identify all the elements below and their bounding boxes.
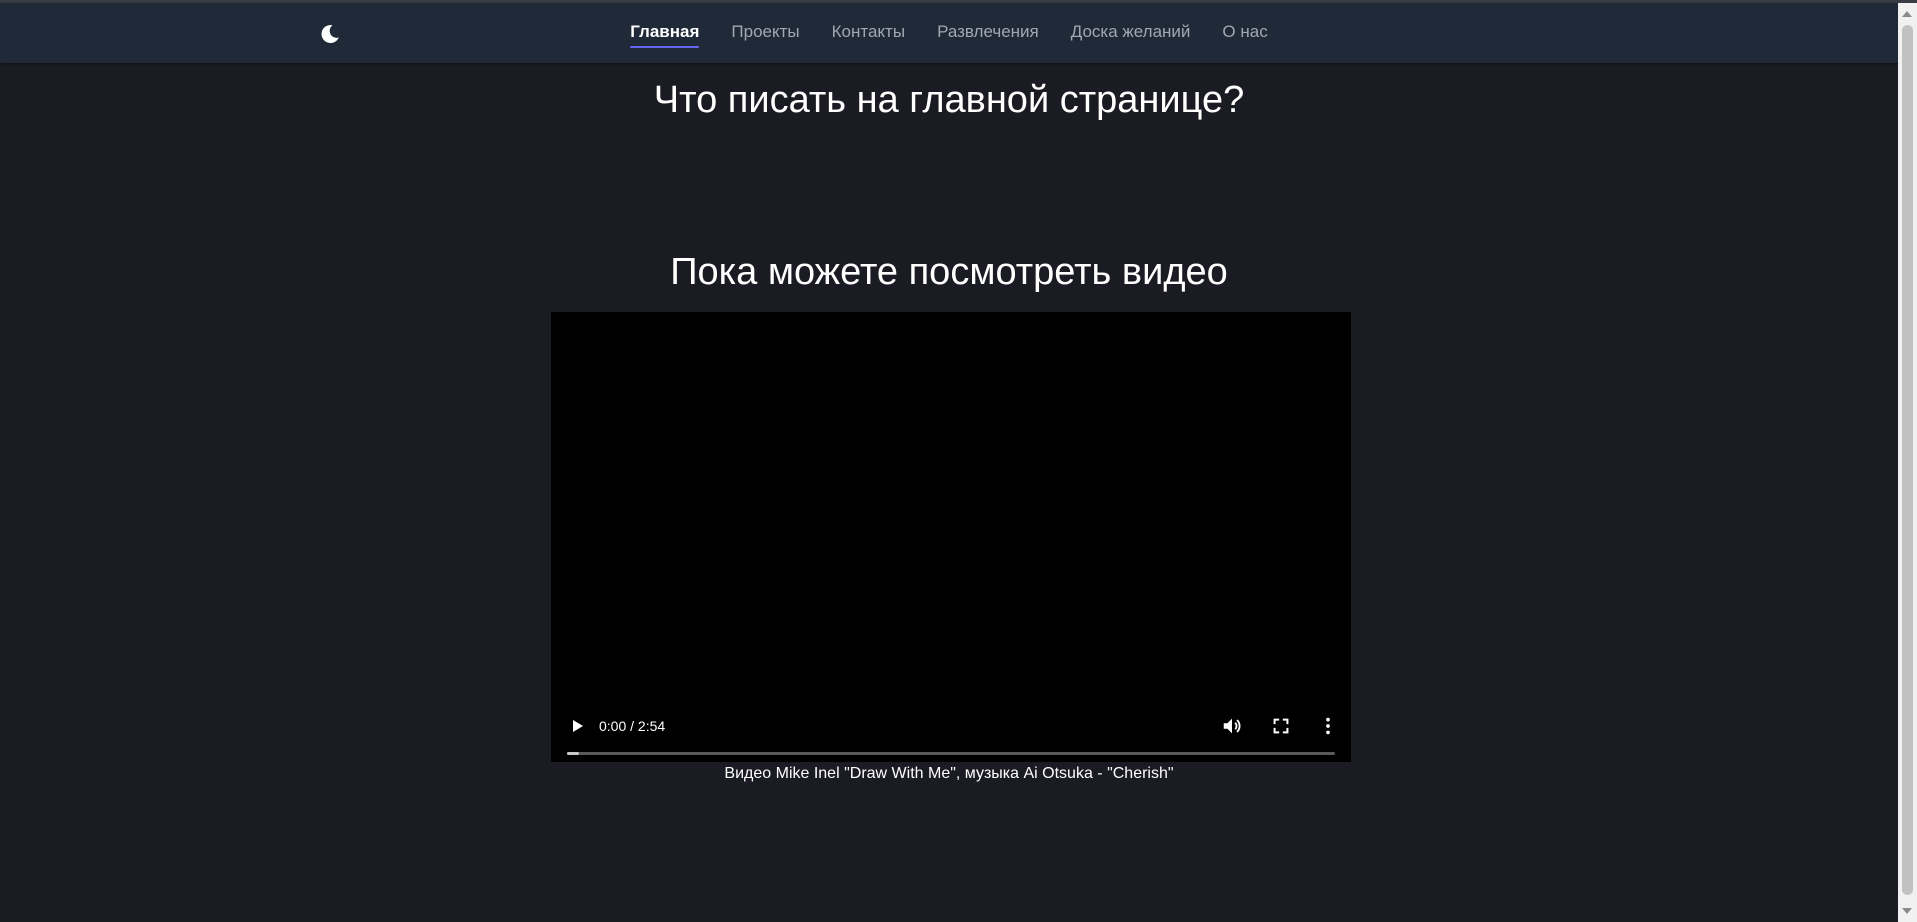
video-caption: Видео Mike Inel "Draw With Me", музыка A…: [724, 765, 1174, 782]
play-icon: [573, 720, 583, 732]
scroll-up-arrow-icon[interactable]: [1902, 11, 1912, 17]
video-heading: Пока можете посмотреть видео: [670, 251, 1228, 293]
nav-link-entertainment[interactable]: Развлечения: [937, 18, 1039, 48]
navbar: Главная Проекты Контакты Развлечения Дос…: [0, 3, 1898, 63]
main-content: Что писать на главной странице? Пока мож…: [0, 63, 1898, 922]
page-scrollbar[interactable]: [1898, 3, 1917, 922]
scrollbar-thumb[interactable]: [1902, 25, 1913, 895]
more-options-button[interactable]: [1317, 715, 1339, 737]
video-progress-fill: [567, 752, 579, 755]
volume-button[interactable]: [1221, 715, 1243, 737]
fullscreen-button[interactable]: [1270, 715, 1292, 737]
more-vertical-icon: [1326, 717, 1330, 735]
time-display: 0:00 / 2:54: [599, 718, 666, 734]
nav-link-projects[interactable]: Проекты: [731, 18, 799, 48]
page-title: Что писать на главной странице?: [653, 79, 1245, 121]
play-button[interactable]: [567, 716, 587, 736]
nav-links: Главная Проекты Контакты Развлечения Дос…: [0, 3, 1898, 63]
nav-link-about[interactable]: О нас: [1222, 18, 1267, 48]
video-controls: 0:00 / 2:54: [551, 692, 1351, 762]
scroll-down-arrow-icon[interactable]: [1902, 908, 1912, 914]
video-player[interactable]: 0:00 / 2:54: [551, 312, 1351, 762]
nav-link-wishboard[interactable]: Доска желаний: [1071, 18, 1191, 48]
nav-link-contacts[interactable]: Контакты: [832, 18, 905, 48]
fullscreen-icon: [1273, 718, 1289, 734]
nav-link-home[interactable]: Главная: [630, 18, 700, 48]
volume-icon: [1223, 718, 1241, 734]
video-progress-bar[interactable]: [567, 752, 1335, 755]
